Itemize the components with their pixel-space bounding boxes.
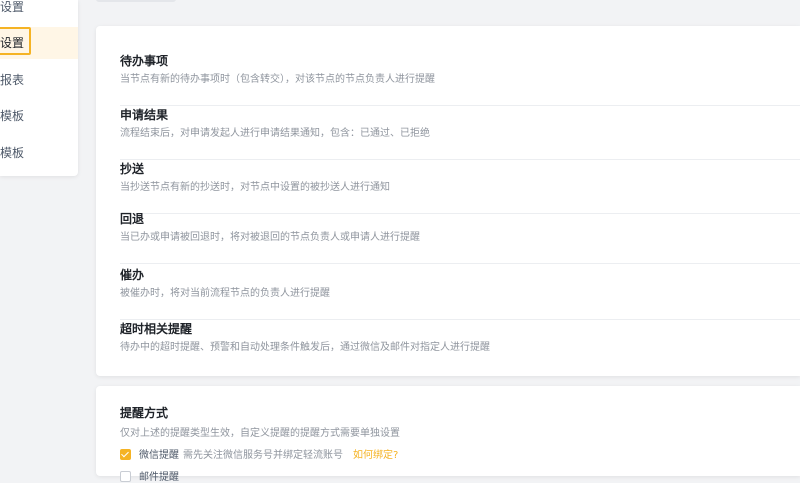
sidebar-item-label: 报表 bbox=[0, 73, 25, 87]
row-description: 当节点有新的待办事项时（包含转交），对该节点的节点负责人进行提醒 bbox=[120, 74, 435, 85]
notification-row-cc[interactable]: 抄送 当抄送节点有新的抄送时，对节点中设置的被抄送人进行通知 bbox=[120, 160, 800, 214]
notification-types-card: 待办事项 当节点有新的待办事项时（包含转交），对该节点的节点负责人进行提醒 申请… bbox=[96, 26, 800, 376]
reminder-method-card: 提醒方式 仅对上述的提醒类型生效，自定义提醒的提醒方式需要单独设置 微信提醒 需先… bbox=[96, 386, 800, 483]
notification-row-rollback[interactable]: 回退 当已办或申请被回退时，将对被退回的节点负责人或申请人进行提醒 bbox=[120, 210, 800, 264]
row-description: 被催办时，将对当前流程节点的负责人进行提醒 bbox=[120, 288, 330, 299]
sidebar-item-label: 模板 bbox=[0, 109, 25, 123]
wechat-reminder-option[interactable]: 微信提醒 需先关注微信服务号并绑定轻流账号 如何绑定? bbox=[120, 446, 398, 461]
page-header-cutoff bbox=[96, 0, 800, 14]
email-reminder-label: 邮件提醒 bbox=[139, 472, 179, 483]
row-title: 催办 bbox=[120, 268, 145, 282]
how-to-bind-link[interactable]: 如何绑定? bbox=[353, 450, 398, 461]
row-description: 当已办或申请被回退时，将对被退回的节点负责人或申请人进行提醒 bbox=[120, 232, 420, 243]
row-description: 当抄送节点有新的抄送时，对节点中设置的被抄送人进行通知 bbox=[120, 182, 390, 193]
row-title: 回退 bbox=[120, 212, 145, 226]
sidebar-item-settings-1[interactable]: 设置 bbox=[0, 0, 78, 23]
sidebar-item-reports[interactable]: 报表 bbox=[0, 64, 78, 96]
wechat-reminder-hint: 需先关注微信服务号并绑定轻流账号 bbox=[183, 450, 343, 461]
row-title: 申请结果 bbox=[120, 108, 169, 122]
sidebar-item-templates-2[interactable]: 模板 bbox=[0, 137, 78, 169]
header-placeholder bbox=[96, 0, 176, 2]
sidebar-item-label: 设置 bbox=[0, 0, 25, 14]
sidebar-item-settings-2[interactable]: 设置 bbox=[0, 27, 78, 59]
section-description: 仅对上述的提醒类型生效，自定义提醒的提醒方式需要单独设置 bbox=[120, 428, 400, 439]
row-title: 抄送 bbox=[120, 162, 145, 176]
row-description: 待办中的超时提醒、预警和自动处理条件触发后，通过微信及邮件对指定人进行提醒 bbox=[120, 342, 490, 353]
notification-row-urge[interactable]: 催办 被催办时，将对当前流程节点的负责人进行提醒 bbox=[120, 266, 800, 320]
notification-row-result[interactable]: 申请结果 流程结束后，对申请发起人进行申请结果通知，包含：已通过、已拒绝 bbox=[120, 106, 800, 160]
sidebar-item-label: 设置 bbox=[0, 36, 25, 50]
notification-row-timeout[interactable]: 超时相关提醒 待办中的超时提醒、预警和自动处理条件触发后，通过微信及邮件对指定人… bbox=[120, 320, 800, 374]
wechat-reminder-checkbox[interactable] bbox=[120, 449, 131, 460]
sidebar-item-label: 模板 bbox=[0, 146, 25, 160]
email-reminder-checkbox[interactable] bbox=[120, 471, 131, 482]
section-title: 提醒方式 bbox=[120, 406, 169, 420]
wechat-reminder-label: 微信提醒 bbox=[139, 450, 179, 461]
notification-row-todo[interactable]: 待办事项 当节点有新的待办事项时（包含转交），对该节点的节点负责人进行提醒 bbox=[120, 52, 800, 106]
row-title: 超时相关提醒 bbox=[120, 322, 193, 336]
sidebar-item-templates-1[interactable]: 模板 bbox=[0, 100, 78, 132]
row-title: 待办事项 bbox=[120, 54, 169, 68]
row-description: 流程结束后，对申请发起人进行申请结果通知，包含：已通过、已拒绝 bbox=[120, 128, 430, 139]
sidebar: 设置 设置 报表 模板 模板 bbox=[0, 0, 78, 176]
